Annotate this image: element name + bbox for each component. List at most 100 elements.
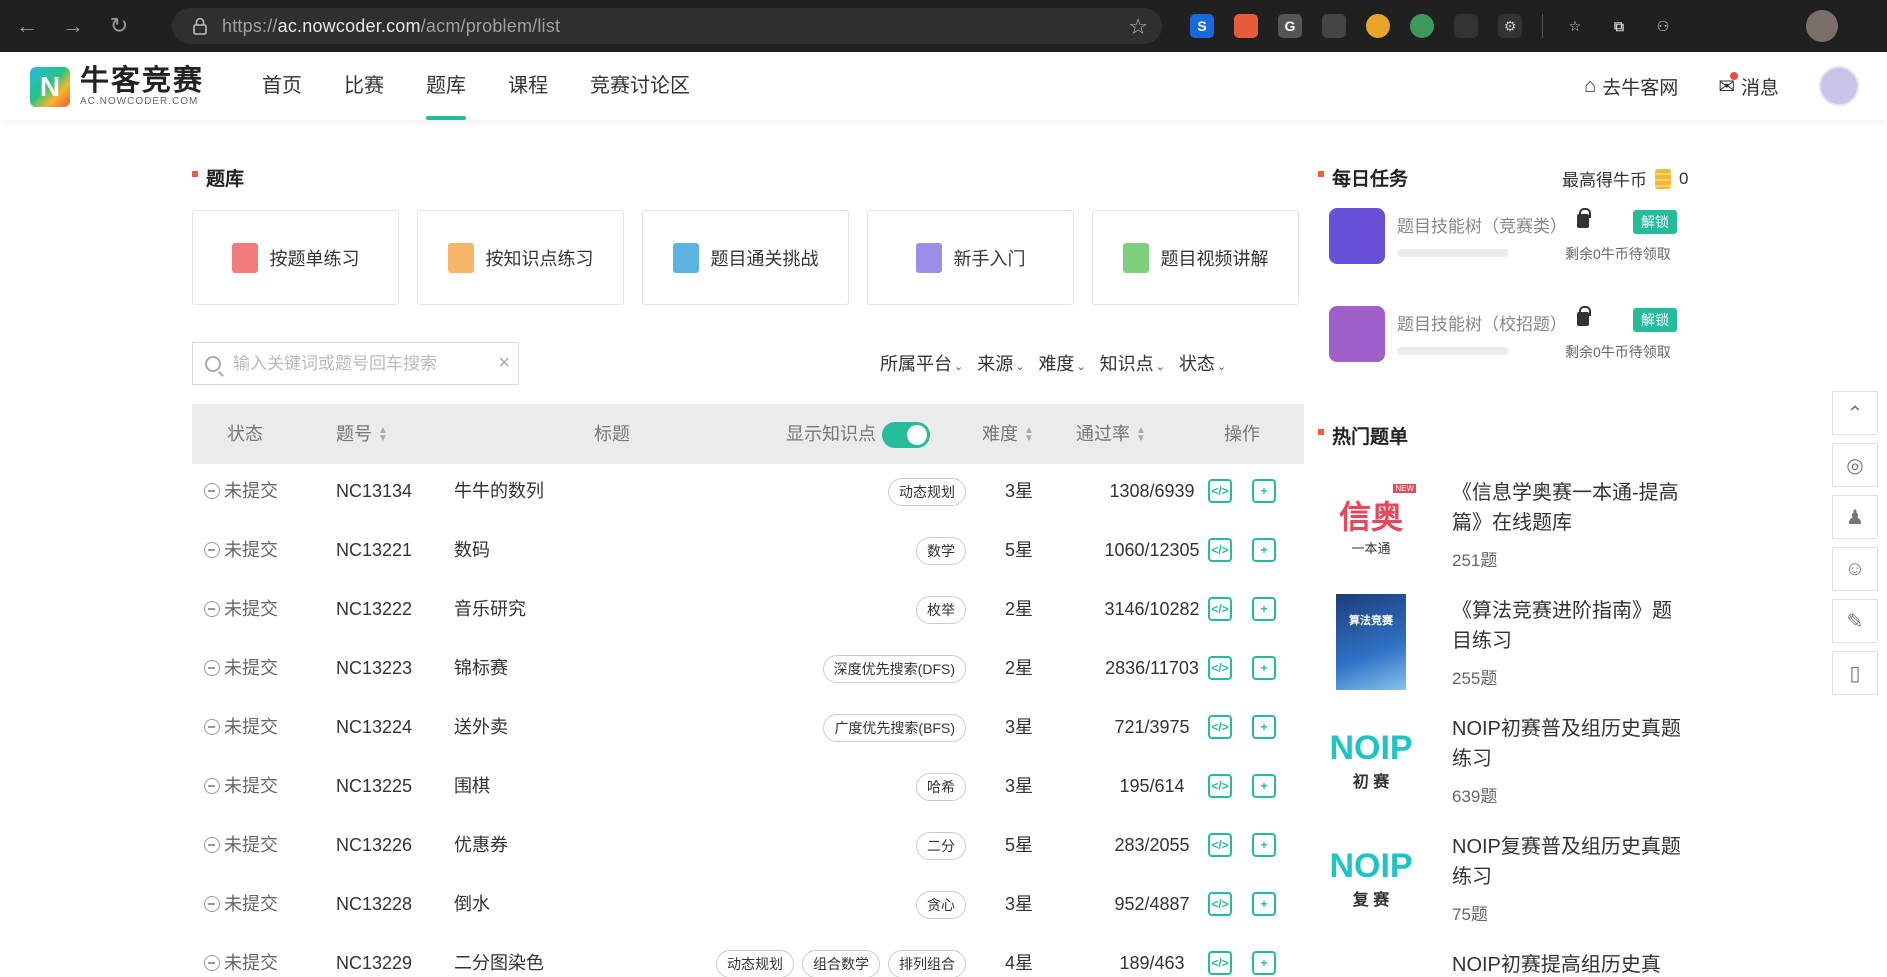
add-to-list-icon[interactable]: + (1252, 715, 1276, 739)
table-row[interactable]: 未提交 NC13226 优惠券 二分 5星 283/2055 </> + (192, 820, 1304, 879)
row-id[interactable]: NC13134 (336, 466, 412, 516)
table-row[interactable]: 未提交 NC13224 送外卖 广度优先搜索(BFS) 3星 721/3975 … (192, 702, 1304, 761)
card-by-list[interactable]: 按题单练习 (192, 210, 399, 305)
nav-discussion[interactable]: 竞赛讨论区 (574, 52, 706, 120)
site-logo[interactable]: 牛客竞赛 AC.NOWCODER.COM (30, 66, 204, 107)
filter-difficulty[interactable]: 难度 ⌄ (1038, 350, 1085, 376)
row-id[interactable]: NC13228 (336, 879, 412, 929)
add-to-list-icon[interactable]: + (1252, 951, 1276, 975)
go-nowcoder-link[interactable]: ⌂ 去牛客网 (1584, 73, 1678, 100)
col-id[interactable]: 题号 ▲ ▼ (336, 404, 388, 464)
nav-home[interactable]: 首页 (246, 52, 318, 120)
add-to-list-icon[interactable]: + (1252, 597, 1276, 621)
code-submit-icon[interactable]: </> (1208, 479, 1232, 503)
back-to-top-icon[interactable]: ⌃ (1832, 391, 1878, 435)
table-row[interactable]: 未提交 NC13229 二分图染色 动态规划 组合数学 排列组合 4星 189/46… (192, 938, 1304, 977)
add-to-list-icon[interactable]: + (1252, 479, 1276, 503)
extension-g-icon[interactable]: G (1278, 14, 1302, 38)
add-to-list-icon[interactable]: + (1252, 892, 1276, 916)
show-tags-toggle[interactable] (882, 422, 930, 448)
reload-icon[interactable]: ↻ (100, 7, 138, 45)
extension-globe-icon[interactable] (1410, 14, 1434, 38)
code-submit-icon[interactable]: </> (1208, 951, 1232, 975)
code-submit-icon[interactable]: </> (1208, 892, 1232, 916)
knowledge-tag[interactable]: 动态规划 (888, 478, 966, 506)
row-title[interactable]: 倒水 (454, 879, 490, 929)
knowledge-tag[interactable]: 枚举 (916, 596, 966, 624)
knowledge-tag[interactable]: 组合数学 (802, 950, 880, 977)
unlock-button[interactable]: 解锁 (1633, 210, 1677, 234)
code-submit-icon[interactable]: </> (1208, 774, 1232, 798)
extensions-puzzle-icon[interactable]: ⚙ (1498, 14, 1522, 38)
wechat-icon[interactable]: ☺ (1832, 547, 1878, 591)
nav-problem-library[interactable]: 题库 (410, 52, 482, 120)
table-row[interactable]: 未提交 NC13222 音乐研究 枚举 2星 3146/10282 </> + (192, 584, 1304, 643)
feedback-icon[interactable]: ✎ (1832, 599, 1878, 643)
row-title[interactable]: 优惠券 (454, 820, 508, 870)
hot-list-item[interactable]: 算法竞赛 《算法竞赛进阶指南》题目练习 255题 (1324, 594, 1704, 704)
row-title[interactable]: 二分图染色 (454, 938, 544, 977)
knowledge-tag[interactable]: 数学 (916, 537, 966, 565)
col-difficulty[interactable]: 难度 ▲ ▼ (982, 404, 1034, 464)
qq-icon[interactable]: ♟ (1832, 495, 1878, 539)
mobile-icon[interactable]: ▯ (1832, 651, 1878, 695)
filter-source[interactable]: 来源 ⌄ (977, 350, 1024, 376)
knowledge-tag[interactable]: 贪心 (916, 891, 966, 919)
knowledge-tag[interactable]: 二分 (916, 832, 966, 860)
filter-platform[interactable]: 所属平台 ⌄ (880, 350, 963, 376)
knowledge-tag[interactable]: 广度优先搜索(BFS) (823, 714, 966, 742)
user-avatar[interactable] (1819, 66, 1859, 106)
row-id[interactable]: NC13224 (336, 702, 412, 752)
code-submit-icon[interactable]: </> (1208, 538, 1232, 562)
knowledge-tag[interactable]: 排列组合 (888, 950, 966, 977)
filter-knowledge[interactable]: 知识点 ⌄ (1100, 350, 1165, 376)
back-icon[interactable]: ← (8, 7, 46, 45)
nav-contests[interactable]: 比赛 (328, 52, 400, 120)
card-video[interactable]: 题目视频讲解 (1092, 210, 1299, 305)
filter-status[interactable]: 状态 ⌄ (1179, 350, 1226, 376)
address-bar[interactable]: https://ac.nowcoder.com/acm/problem/list… (172, 8, 1162, 44)
row-id[interactable]: NC13221 (336, 525, 412, 575)
extension-flag-icon[interactable] (1234, 14, 1258, 38)
card-challenge[interactable]: 题目通关挑战 (642, 210, 849, 305)
clear-icon[interactable]: × (498, 352, 510, 375)
row-id[interactable]: NC13225 (336, 761, 412, 811)
weibo-icon[interactable]: ◎ (1832, 443, 1878, 487)
table-row[interactable]: 未提交 NC13221 数码 数学 5星 1060/12305 </> + (192, 525, 1304, 584)
extension-hand-icon[interactable] (1322, 14, 1346, 38)
browser-profile-avatar[interactable] (1806, 10, 1838, 42)
favorite-star-icon[interactable]: ☆ (1128, 14, 1148, 40)
hot-list-item[interactable]: NOIP 复 赛 NOIP复赛普及组历史真题练习 75题 (1324, 830, 1704, 940)
nav-courses[interactable]: 课程 (492, 52, 564, 120)
hot-list-item[interactable]: 信奥 一本通 NEW 《信息学奥赛一本通-提高篇》在线题库 251题 (1324, 476, 1704, 586)
card-by-knowledge[interactable]: 按知识点练习 (417, 210, 624, 305)
code-submit-icon[interactable]: </> (1208, 597, 1232, 621)
row-title[interactable]: 牛牛的数列 (454, 466, 544, 516)
row-id[interactable]: NC13223 (336, 643, 412, 693)
unlock-button[interactable]: 解锁 (1633, 308, 1677, 332)
collections-icon[interactable]: ⧉ (1607, 14, 1631, 38)
extension-mask-icon[interactable] (1454, 14, 1478, 38)
code-submit-icon[interactable]: </> (1208, 715, 1232, 739)
table-row[interactable]: 未提交 NC13228 倒水 贪心 3星 952/4887 </> + (192, 879, 1304, 938)
row-title[interactable]: 围棋 (454, 761, 490, 811)
row-title[interactable]: 送外卖 (454, 702, 508, 752)
knowledge-tag[interactable]: 深度优先搜索(DFS) (822, 655, 966, 683)
hot-list-item[interactable]: NOIP 初 赛 NOIP初赛普及组历史真题练习 639题 (1324, 712, 1704, 822)
row-title[interactable]: 数码 (454, 525, 490, 575)
forward-icon[interactable]: → (54, 7, 92, 45)
code-submit-icon[interactable]: </> (1208, 656, 1232, 680)
row-title[interactable]: 锦标赛 (454, 643, 508, 693)
favorites-icon[interactable]: ☆ (1563, 14, 1587, 38)
code-submit-icon[interactable]: </> (1208, 833, 1232, 857)
row-id[interactable]: NC13229 (336, 938, 412, 977)
hot-list-item[interactable]: NOIP初赛提高组历史真 (1324, 948, 1704, 977)
table-row[interactable]: 未提交 NC13134 牛牛的数列 动态规划 3星 1308/6939 </> … (192, 466, 1304, 525)
add-to-list-icon[interactable]: + (1252, 538, 1276, 562)
table-row[interactable]: 未提交 NC13223 锦标赛 深度优先搜索(DFS) 2星 2836/1170… (192, 643, 1304, 702)
messages-link[interactable]: ✉ 消息 (1718, 71, 1779, 100)
row-id[interactable]: NC13226 (336, 820, 412, 870)
table-row[interactable]: 未提交 NC13225 围棋 哈希 3星 195/614 </> + (192, 761, 1304, 820)
row-id[interactable]: NC13222 (336, 584, 412, 634)
knowledge-tag[interactable]: 哈希 (916, 773, 966, 801)
